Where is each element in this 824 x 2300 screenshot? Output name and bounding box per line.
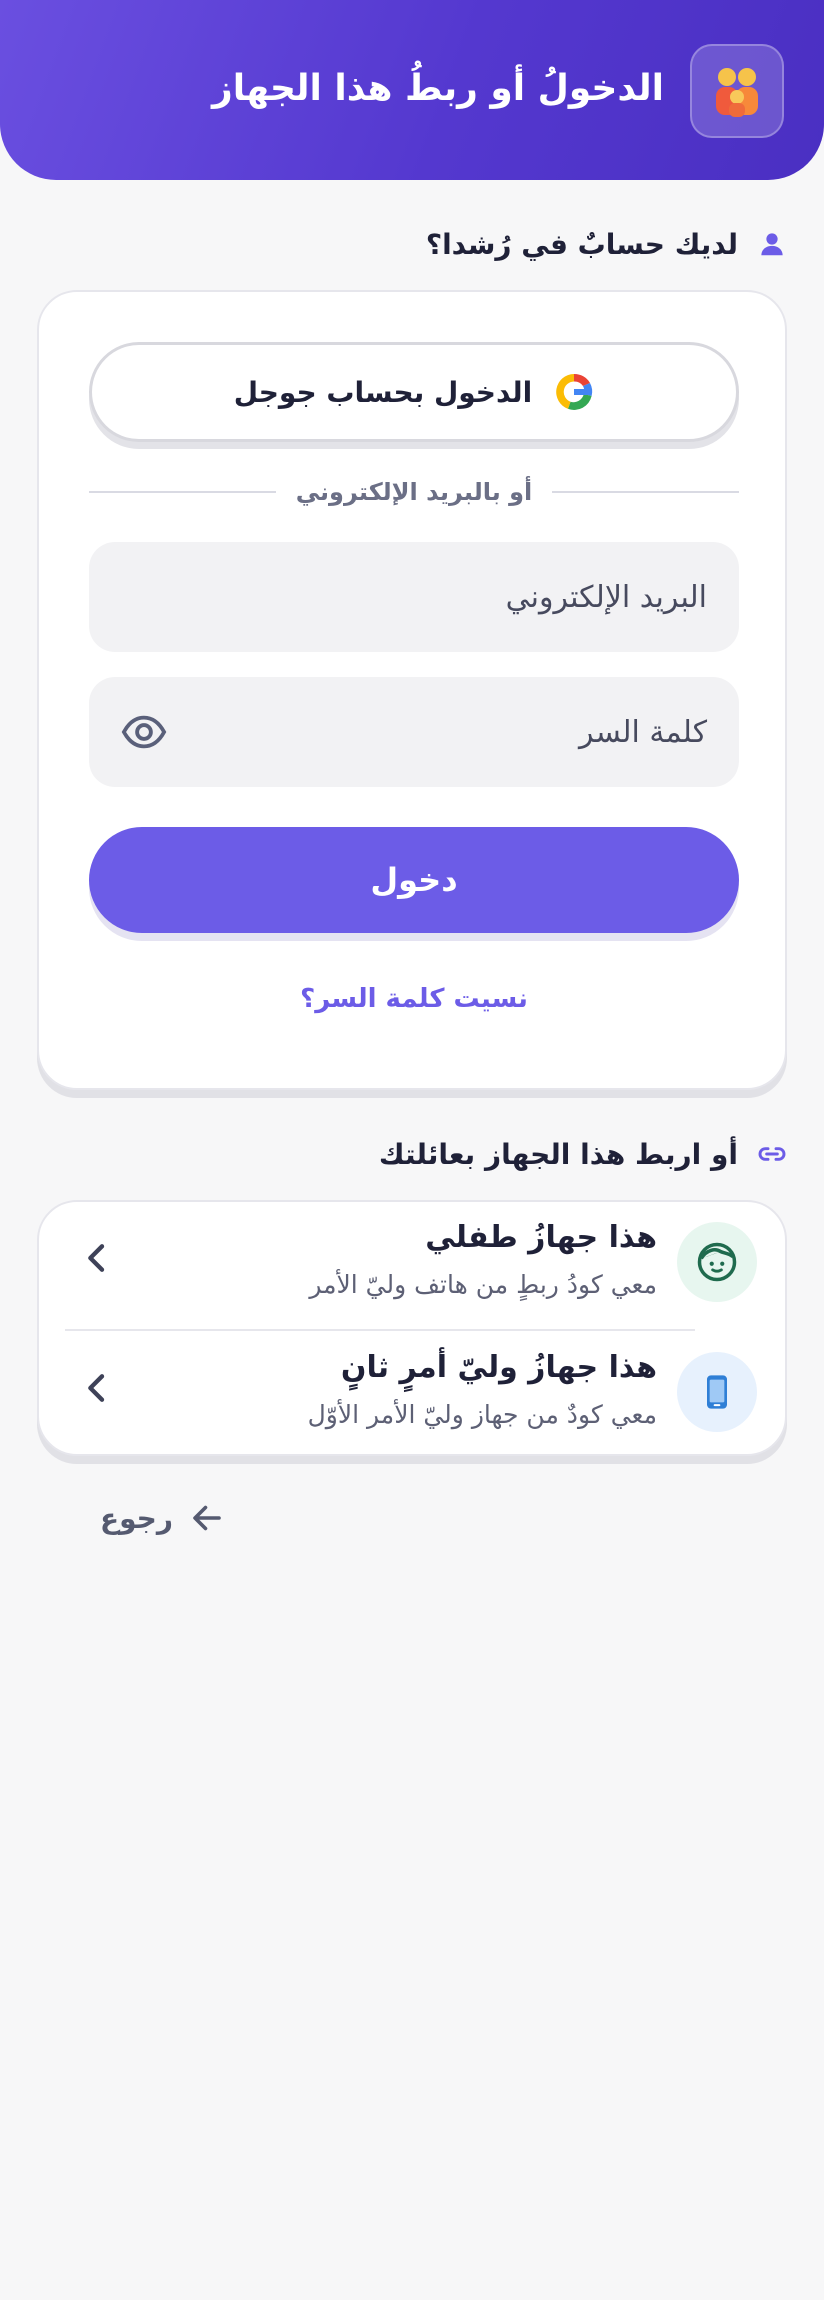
child-face-icon	[697, 1242, 737, 1282]
link-section-heading: أو اربط هذا الجهاز بعائلتك	[379, 1132, 788, 1176]
google-signin-label: الدخول بحساب جوجل	[233, 375, 533, 409]
google-logo-icon	[554, 372, 595, 412]
link-option-second-parent[interactable]: هذا جهازُ وليّ أمرٍ ثانٍ معي كودٌ من جها…	[39, 1332, 785, 1460]
chevron-left-icon	[88, 1374, 105, 1402]
password-field[interactable]: كلمة السر	[89, 677, 739, 787]
password-placeholder: كلمة السر	[579, 714, 707, 750]
divider-line	[89, 491, 276, 493]
chevron-left-icon	[88, 1244, 105, 1272]
back-label: رجوع	[100, 1501, 173, 1535]
link-icon	[756, 1138, 788, 1170]
link-section-title: أو اربط هذا الجهاز بعائلتك	[378, 1137, 738, 1171]
or-email-divider: أو بالبريد الإلكتروني	[89, 472, 739, 512]
option-subtitle: معي كودُ ربطٍ من هاتف وليّ الأمر	[309, 1270, 657, 1299]
option-title: هذا جهازُ طفلي	[425, 1220, 657, 1255]
google-signin-button[interactable]: الدخول بحساب جوجل	[89, 342, 739, 442]
option-title: هذا جهازُ وليّ أمرٍ ثانٍ	[340, 1350, 657, 1385]
login-button-label: دخول	[370, 861, 458, 899]
family-emoji-icon	[690, 44, 784, 138]
option-divider	[65, 1329, 695, 1331]
phone-badge	[677, 1352, 757, 1432]
forgot-password-link[interactable]: نسيت كلمة السر؟	[89, 977, 739, 1021]
person-icon	[756, 228, 788, 260]
eye-icon[interactable]	[121, 709, 167, 755]
app-header: الدخولُ أو ربطُ هذا الجهاز	[0, 0, 824, 180]
link-or-login-screen: الدخولُ أو ربطُ هذا الجهاز لديك حسابٌ في…	[0, 0, 824, 2300]
login-section-heading: لديك حسابٌ في رُشدا؟	[426, 222, 788, 266]
option-subtitle: معي كودٌ من جهاز وليّ الأمر الأوّل	[307, 1400, 657, 1429]
login-card: الدخول بحساب جوجل أو بالبريد الإلكتروني …	[37, 290, 787, 1090]
login-section-title: لديك حسابٌ في رُشدا؟	[425, 227, 738, 261]
email-placeholder: البريد الإلكتروني	[505, 579, 707, 615]
login-button[interactable]: دخول	[89, 827, 739, 933]
back-button[interactable]: رجوع	[100, 1494, 225, 1542]
divider-line	[552, 491, 739, 493]
link-option-child-device[interactable]: هذا جهازُ طفلي معي كودُ ربطٍ من هاتف ولي…	[39, 1202, 785, 1330]
divider-text: أو بالبريد الإلكتروني	[295, 478, 533, 506]
child-badge	[677, 1222, 757, 1302]
link-options-card: هذا جهازُ طفلي معي كودُ ربطٍ من هاتف ولي…	[37, 1200, 787, 1456]
arrow-left-icon	[193, 1505, 221, 1531]
email-field[interactable]: البريد الإلكتروني	[89, 542, 739, 652]
phone-icon	[707, 1375, 727, 1409]
page-title: الدخولُ أو ربطُ هذا الجهاز	[212, 68, 664, 109]
